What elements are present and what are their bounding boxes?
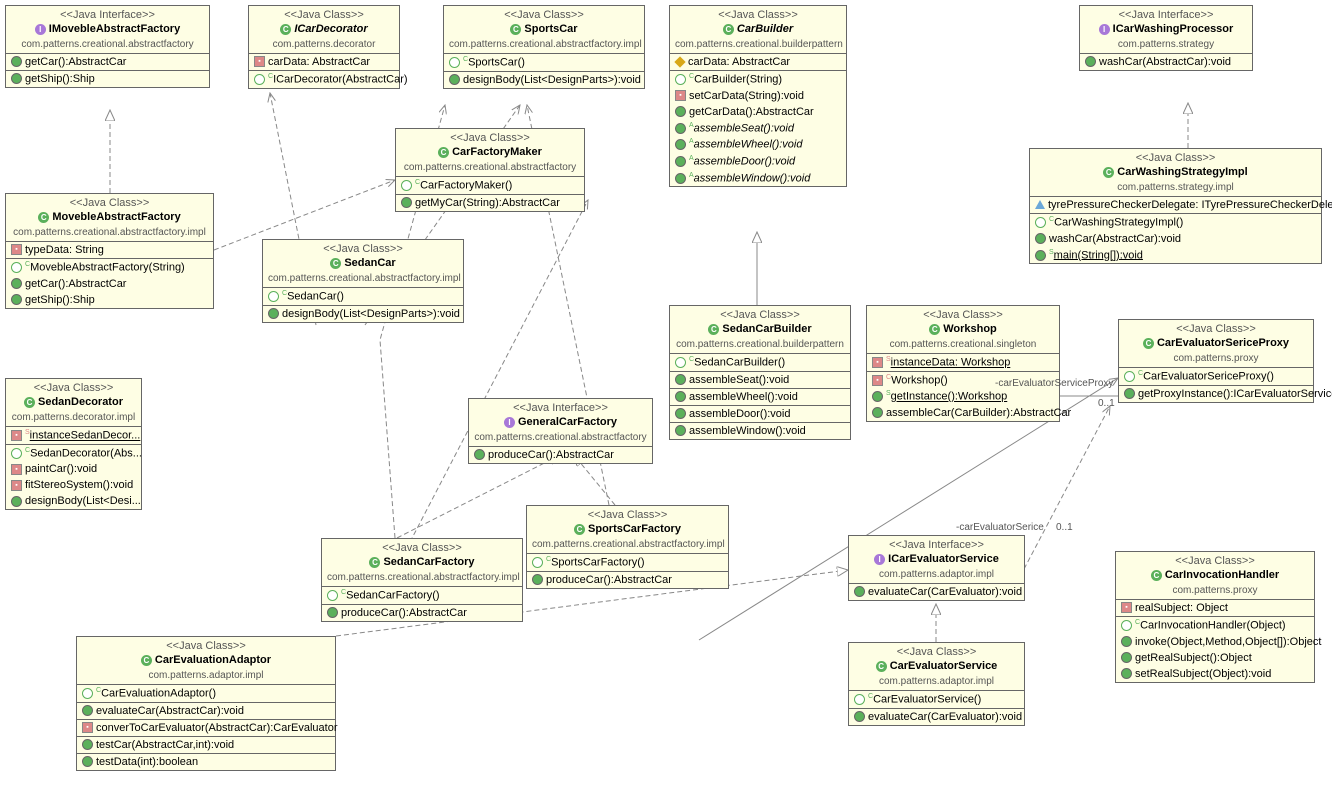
class-ICarEvaluatorService[interactable]: <<Java Interface>>IICarEvaluatorServicec… [848,535,1025,601]
class-ICarWashingProcessor[interactable]: <<Java Interface>>IICarWashingProcessorc… [1079,5,1253,71]
mult-01-a: 0..1 [1098,398,1115,409]
assoc-label-ces: -carEvaluatorSerice [956,522,1044,533]
class-SportsCar[interactable]: <<Java Class>>CSportsCarcom.patterns.cre… [443,5,645,89]
class-CarInvocationHandler[interactable]: <<Java Class>>CCarInvocationHandlercom.p… [1115,551,1315,683]
class-SedanCar[interactable]: <<Java Class>>CSedanCarcom.patterns.crea… [262,239,464,323]
class-SportsCarFactory[interactable]: <<Java Class>>CSportsCarFactorycom.patte… [526,505,729,589]
class-SedanDecorator[interactable]: <<Java Class>>CSedanDecoratorcom.pattern… [5,378,142,510]
class-SedanCarBuilder[interactable]: <<Java Class>>CSedanCarBuildercom.patter… [669,305,851,440]
class-IMovebleAbstractFactory[interactable]: <<Java Interface>>IIMovebleAbstractFacto… [5,5,210,88]
class-ICarDecorator[interactable]: <<Java Class>>CICarDecoratorcom.patterns… [248,5,400,89]
class-CarEvaluatorSericeProxy[interactable]: <<Java Class>>CCarEvaluatorSericeProxyco… [1118,319,1314,403]
class-MovebleAbstractFactory[interactable]: <<Java Class>>CMovebleAbstractFactorycom… [5,193,214,309]
class-Workshop[interactable]: <<Java Class>>CWorkshopcom.patterns.crea… [866,305,1060,422]
class-GeneralCarFactory[interactable]: <<Java Interface>>IGeneralCarFactorycom.… [468,398,653,464]
class-CarEvaluationAdaptor[interactable]: <<Java Class>>CCarEvaluationAdaptorcom.p… [76,636,336,771]
class-CarEvaluatorService[interactable]: <<Java Class>>CCarEvaluatorServicecom.pa… [848,642,1025,726]
class-CarFactoryMaker[interactable]: <<Java Class>>CCarFactoryMakercom.patter… [395,128,585,212]
assoc-label-cesp: -carEvaluatorServiceProxy [995,378,1113,389]
class-CarWashingStrategyImpl[interactable]: <<Java Class>>CCarWashingStrategyImplcom… [1029,148,1322,264]
class-SedanCarFactory[interactable]: <<Java Class>>CSedanCarFactorycom.patter… [321,538,523,622]
class-CarBuilder[interactable]: <<Java Class>>CCarBuildercom.patterns.cr… [669,5,847,187]
mult-01-b: 0..1 [1056,522,1073,533]
